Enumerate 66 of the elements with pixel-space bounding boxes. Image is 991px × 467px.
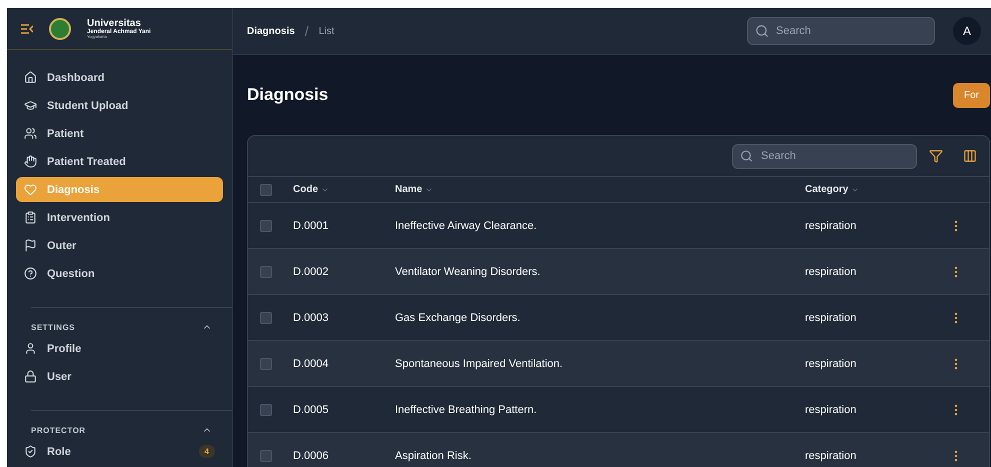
- search-icon: [740, 150, 753, 162]
- table-cell-text: Aspiration Risk.: [395, 450, 472, 462]
- flag-icon: [24, 239, 37, 252]
- nav-item[interactable]: Profile: [16, 336, 223, 361]
- university-logo: [49, 18, 71, 40]
- breadcrumb-link[interactable]: List: [318, 26, 334, 36]
- select-all-checkbox[interactable]: [260, 184, 272, 196]
- table-cell-text: Gas Exchange Disorders.: [395, 312, 522, 324]
- table-cell-text: respiration: [805, 220, 858, 232]
- nav-item[interactable]: User: [16, 364, 223, 389]
- clipboard-icon: [24, 211, 37, 224]
- column-header[interactable]: Category: [805, 184, 949, 195]
- count-badge: 4: [198, 445, 215, 458]
- table-cell-text: Ineffective Breathing Pattern.: [395, 404, 538, 416]
- hand-icon: [24, 155, 37, 168]
- table-cell-text: D.0004: [293, 358, 330, 370]
- nav-item[interactable]: Patient Treated: [16, 149, 223, 174]
- table-cell-text: respiration: [805, 450, 858, 462]
- shield-icon: [24, 445, 37, 458]
- table-cell-text: respiration: [805, 358, 858, 370]
- brand-name: Universitas: [87, 18, 142, 28]
- user-avatar[interactable]: A: [953, 17, 981, 45]
- heart-icon: [24, 183, 37, 196]
- lock-icon: [24, 370, 37, 383]
- nav-item[interactable]: Dashboard: [16, 65, 223, 90]
- table-cell-text: respiration: [805, 266, 858, 278]
- table-search-field[interactable]: Search: [732, 144, 917, 168]
- home-icon: [24, 71, 37, 84]
- question-icon: [24, 267, 37, 280]
- nav-item[interactable]: Outer: [16, 233, 223, 258]
- column-header[interactable]: Name: [395, 184, 805, 195]
- group-title: PROTECTOR: [31, 426, 86, 434]
- table-cell-text: respiration: [805, 404, 858, 416]
- table-cell-text: D.0001: [293, 220, 330, 232]
- group-title: SETTINGS: [31, 322, 76, 332]
- table-cell-text: Spontaneous Impaired Ventilation.: [395, 358, 564, 370]
- breadcrumb-separator: /: [304, 23, 309, 39]
- row-checkbox[interactable]: [260, 404, 272, 416]
- column-header[interactable]: Code: [293, 184, 395, 195]
- row-checkbox[interactable]: [260, 220, 272, 232]
- graduation-cap-icon: [24, 99, 37, 112]
- user-icon: [24, 342, 37, 355]
- nav-item[interactable]: Intervention: [16, 205, 223, 230]
- nav-item[interactable]: Question: [16, 261, 223, 286]
- table-cell-text: Ineffective Airway Clearance.: [395, 220, 538, 232]
- search-icon: [755, 24, 769, 38]
- columns-icon[interactable]: [963, 149, 977, 163]
- table-cell-text: D.0005: [293, 404, 330, 416]
- breadcrumb-link[interactable]: Diagnosis: [247, 26, 295, 36]
- users-icon: [24, 127, 37, 140]
- table-cell-text: D.0006: [293, 450, 330, 462]
- search-field[interactable]: Search: [747, 17, 935, 45]
- filter-icon[interactable]: [929, 149, 943, 163]
- row-checkbox[interactable]: [260, 266, 272, 278]
- nav-item[interactable]: Student Upload: [16, 93, 223, 118]
- table-cell-text: Ventilator Weaning Disorders.: [395, 266, 542, 278]
- table-cell-text: respiration: [805, 312, 858, 324]
- menu-collapse-icon[interactable]: [21, 24, 33, 34]
- row-checkbox[interactable]: [260, 312, 272, 324]
- row-checkbox[interactable]: [260, 358, 272, 370]
- table-cell-text: D.0002: [293, 266, 330, 278]
- page-title: Diagnosis: [247, 85, 328, 105]
- table-cell-text: D.0003: [293, 312, 330, 324]
- row-checkbox[interactable]: [260, 450, 272, 462]
- nav-item[interactable]: Patient: [16, 121, 223, 146]
- nav-item[interactable]: Role 4: [16, 439, 223, 464]
